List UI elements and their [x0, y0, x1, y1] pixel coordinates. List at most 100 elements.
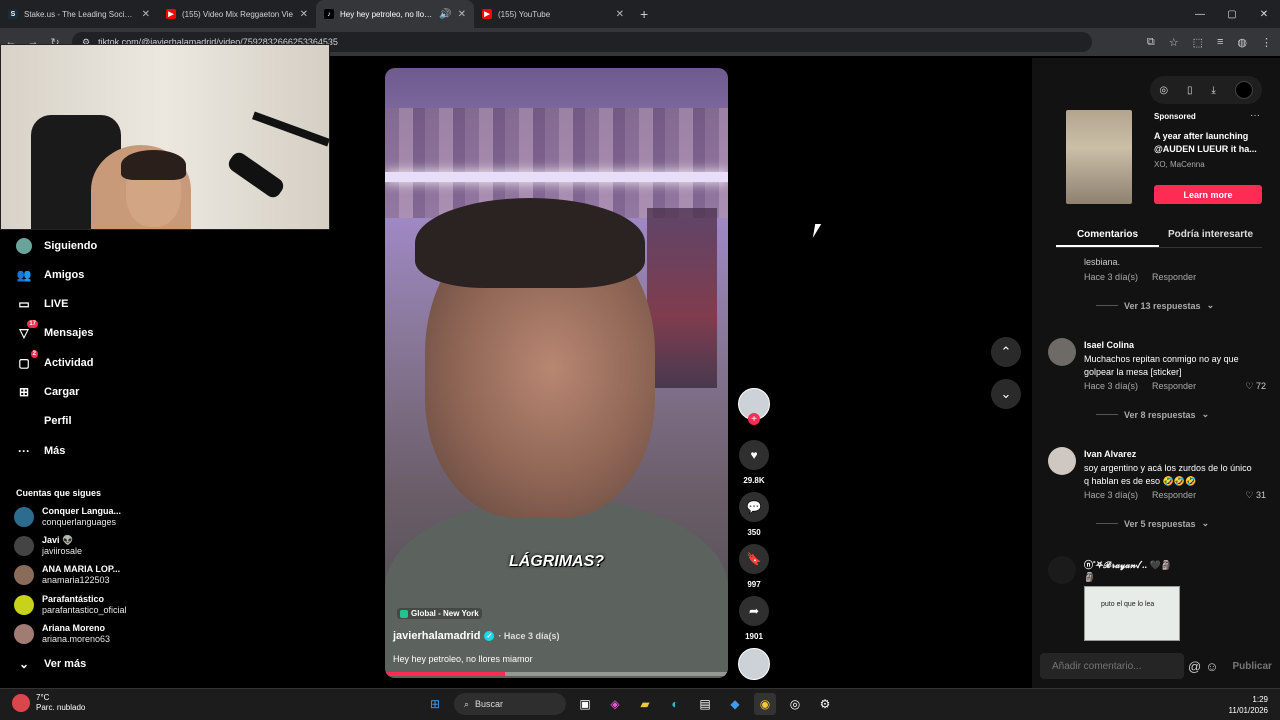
sidebar-item-live[interactable]: ▭ LIVE: [16, 296, 68, 312]
share-icon: ➦: [739, 596, 769, 626]
compass-icon[interactable]: ◎: [1159, 85, 1168, 96]
mention-icon[interactable]: @: [1188, 659, 1201, 674]
followed-account[interactable]: ANA MARIA LOP... anamaria122503: [14, 564, 120, 586]
author-line: javierhalamadrid ✓ · Hace 3 día(s): [393, 630, 559, 642]
follow-plus-icon[interactable]: +: [748, 413, 760, 425]
speaker-icon[interactable]: 🔊: [439, 9, 451, 20]
windows-start-icon[interactable]: ⊞: [424, 693, 446, 715]
new-tab-button[interactable]: +: [640, 6, 648, 22]
obs-icon[interactable]: ◎: [784, 693, 806, 715]
sidebar-item-mas[interactable]: ··· Más: [16, 443, 65, 459]
view-replies-button[interactable]: Ver 8 respuestas ⌄: [1096, 409, 1209, 420]
browser-tabbar: S Stake.us - The Leading Social C ✕ ▶ (1…: [0, 0, 1280, 28]
menu-icon[interactable]: ⋮: [1261, 36, 1272, 49]
sidebar-item-mensajes[interactable]: ▽ 17 Mensajes: [16, 320, 94, 341]
location-tag[interactable]: Global - New York: [397, 608, 482, 619]
close-icon[interactable]: ✕: [616, 9, 624, 20]
save-button[interactable]: 🔖 997: [736, 544, 772, 589]
previous-video-button[interactable]: ⌃: [991, 337, 1021, 367]
see-more-button[interactable]: ⌄ Ver más: [16, 656, 86, 672]
weather-widget[interactable]: 7°C Parc. nublado: [12, 693, 85, 713]
next-video-button[interactable]: ⌄: [991, 379, 1021, 409]
sidebar-item-perfil[interactable]: Perfil: [16, 413, 72, 429]
comment-like-button[interactable]: ♡ 31: [1245, 490, 1266, 501]
comment-like-button[interactable]: ♡ 72: [1245, 381, 1266, 392]
avatar[interactable]: [1048, 556, 1076, 584]
verified-icon: ✓: [484, 631, 495, 641]
close-icon[interactable]: ✕: [458, 9, 466, 20]
profile-icon[interactable]: ◍: [1237, 36, 1247, 49]
edge-icon[interactable]: ◐: [664, 693, 686, 715]
settings-icon[interactable]: ⚙: [814, 693, 836, 715]
widgets-icon[interactable]: ◈: [604, 693, 626, 715]
sidebar-item-cargar[interactable]: ⊞ Cargar: [16, 384, 80, 400]
browser-tab[interactable]: S Stake.us - The Leading Social C ✕: [0, 0, 158, 28]
system-clock[interactable]: 1:29 11/01/2026: [1229, 694, 1268, 716]
video-caption: LÁGRIMAS?: [508, 553, 605, 570]
minimize-button[interactable]: —: [1184, 0, 1216, 28]
browser-tab-active[interactable]: ♪ Hey hey petroleo, no llores 🔊 ✕: [316, 0, 474, 28]
reply-button[interactable]: Responder: [1152, 272, 1196, 282]
view-replies-button[interactable]: Ver 13 respuestas ⌄: [1096, 300, 1214, 311]
share-count: 1901: [745, 632, 763, 641]
reading-list-icon[interactable]: ≡: [1217, 36, 1223, 49]
followed-account[interactable]: Ariana Moreno ariana.moreno63: [14, 623, 110, 645]
music-disc-icon: [738, 648, 770, 680]
creator-avatar[interactable]: +: [736, 388, 772, 425]
extensions-icon[interactable]: ⬚: [1193, 36, 1203, 49]
tab-podria-interesarte[interactable]: Podría interesarte: [1159, 226, 1262, 247]
learn-more-button[interactable]: Learn more: [1154, 185, 1262, 204]
publish-button[interactable]: Publicar: [1232, 661, 1271, 672]
comment-sticker-image[interactable]: puto el que lo lea: [1084, 586, 1180, 641]
more-options-icon[interactable]: ···: [1250, 110, 1260, 121]
followed-account[interactable]: Conquer Langua... conquerlanguages: [14, 506, 121, 528]
store-icon[interactable]: ▤: [694, 693, 716, 715]
close-icon[interactable]: ✕: [142, 9, 150, 20]
comment-author[interactable]: ⓝ˚⛧ℬ𝓇𝒶𝓎𝒶𝓃✓.. 🖤🗿: [1084, 558, 1172, 571]
avatar[interactable]: [1048, 338, 1076, 366]
author-name[interactable]: javierhalamadrid: [393, 630, 480, 642]
app-icon[interactable]: ◆: [724, 693, 746, 715]
tab-comentarios[interactable]: Comentarios: [1056, 226, 1159, 247]
ad-text: A year after launching @AUDEN LUEUR it h…: [1154, 131, 1257, 154]
like-button[interactable]: ♥ 29.8K: [736, 440, 772, 485]
mouse-cursor-icon: [812, 224, 822, 238]
avatar[interactable]: [1048, 447, 1076, 475]
browser-tab[interactable]: ▶ (155) Video Mix Reggaeton Vie ✕: [158, 0, 316, 28]
mobile-icon[interactable]: ▯: [1187, 85, 1193, 96]
close-window-button[interactable]: ✕: [1248, 0, 1280, 28]
reply-button[interactable]: Responder: [1152, 490, 1196, 500]
download-icon[interactable]: ⤓: [1211, 85, 1215, 96]
maximize-button[interactable]: ▢: [1216, 0, 1248, 28]
friends-icon: 👥: [16, 268, 32, 282]
followed-account[interactable]: Javi 👽 javiirosale: [14, 535, 82, 557]
reply-button[interactable]: Responder: [1152, 381, 1196, 391]
music-disc[interactable]: [736, 648, 772, 680]
comment-button[interactable]: 💬 350: [736, 492, 772, 537]
dark-mode-icon[interactable]: [1234, 81, 1253, 99]
comment-input[interactable]: [1040, 653, 1184, 679]
comment-author[interactable]: Ivan Alvarez: [1084, 449, 1136, 459]
comment-author[interactable]: Isael Colina: [1084, 340, 1134, 350]
sidebar-item-amigos[interactable]: 👥 Amigos: [16, 267, 85, 283]
install-icon[interactable]: ⧉: [1147, 36, 1155, 49]
video-progress-bar[interactable]: [385, 672, 728, 676]
file-explorer-icon[interactable]: ▰: [634, 693, 656, 715]
taskbar-search[interactable]: ⌕ Buscar: [454, 693, 566, 715]
share-button[interactable]: ➦ 1901: [736, 596, 772, 641]
followed-account[interactable]: Parafantástico parafantastico_oficial: [14, 594, 127, 616]
chevron-down-icon: ⌄: [1201, 409, 1210, 419]
browser-tab[interactable]: ▶ (155) YouTube ✕: [474, 0, 632, 28]
sidebar-item-siguiendo[interactable]: Siguiendo: [16, 238, 97, 254]
location-pin-icon: [400, 609, 408, 618]
video-player[interactable]: LÁGRIMAS? Global - New York javierhalama…: [385, 68, 728, 678]
emoji-icon[interactable]: ☺: [1205, 659, 1218, 674]
bookmark-star-icon[interactable]: ☆: [1169, 36, 1179, 49]
view-replies-button[interactable]: Ver 5 respuestas ⌄: [1096, 518, 1209, 529]
close-icon[interactable]: ✕: [300, 9, 308, 20]
plus-square-icon: ⊞: [18, 385, 30, 399]
ad-thumbnail[interactable]: [1066, 110, 1132, 204]
sidebar-item-actividad[interactable]: ▢ 2 Actividad: [16, 350, 94, 371]
chrome-icon[interactable]: ◉: [754, 693, 776, 715]
task-view-icon[interactable]: ▣: [574, 693, 596, 715]
